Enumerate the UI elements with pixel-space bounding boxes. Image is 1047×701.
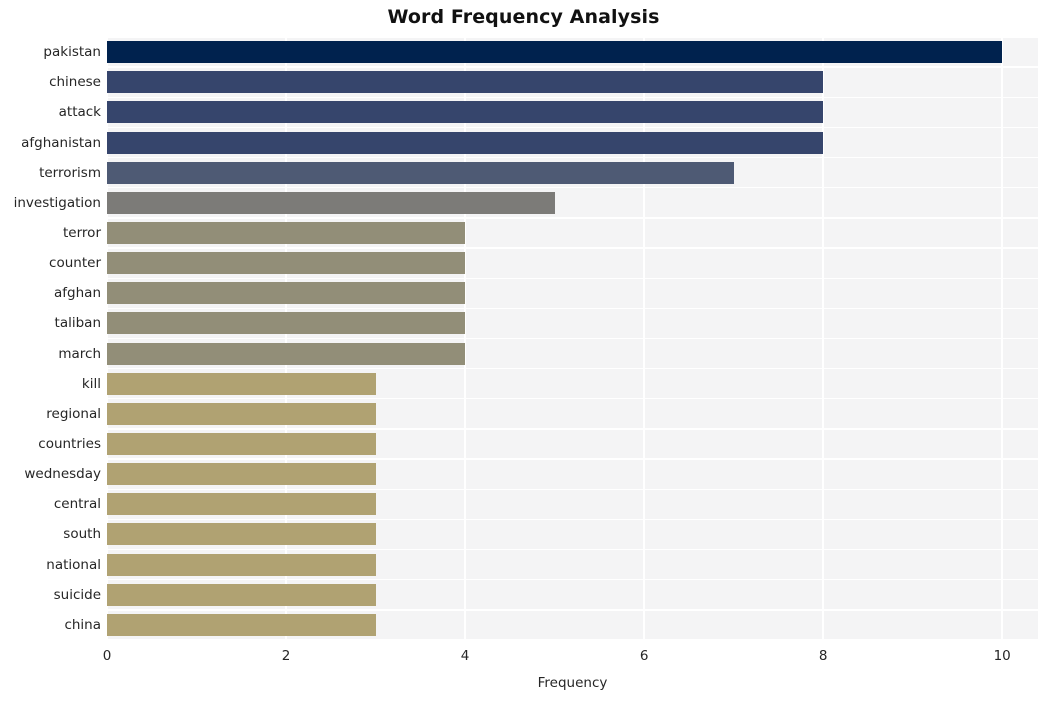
- horizontal-gridline: [107, 277, 1038, 279]
- y-axis-tick-label: taliban: [54, 315, 101, 332]
- x-axis-title: Frequency: [537, 675, 608, 691]
- y-axis-tick-label: march: [58, 345, 101, 362]
- bar: [107, 41, 1003, 64]
- y-axis-tick-label: china: [64, 616, 101, 633]
- y-axis-tick-label: regional: [46, 405, 101, 422]
- bar: [107, 613, 376, 636]
- page-title: Word Frequency Analysis: [387, 6, 660, 28]
- bar: [107, 463, 376, 486]
- horizontal-gridline: [107, 367, 1038, 370]
- y-axis-tick-label: attack: [58, 104, 101, 121]
- horizontal-gridline: [107, 458, 1038, 460]
- bar: [107, 161, 734, 184]
- x-axis-tick-label: 8: [818, 648, 828, 664]
- horizontal-gridline: [107, 126, 1038, 129]
- horizontal-gridline: [107, 428, 1038, 430]
- bar: [107, 553, 376, 576]
- horizontal-gridline: [107, 66, 1038, 68]
- bar: [107, 372, 376, 395]
- horizontal-gridline: [107, 639, 1038, 640]
- horizontal-gridline: [107, 187, 1038, 189]
- y-axis-tick-label: kill: [81, 375, 101, 392]
- bar: [107, 252, 466, 275]
- plot-area: [107, 37, 1038, 640]
- y-axis-tick-label: terrorism: [39, 164, 101, 181]
- y-axis-tick-label: countries: [38, 436, 101, 453]
- vertical-gridline: [643, 37, 645, 640]
- horizontal-gridline: [107, 518, 1038, 521]
- horizontal-gridline: [107, 96, 1038, 98]
- horizontal-gridline: [107, 337, 1038, 340]
- bar: [107, 221, 466, 244]
- bar: [107, 131, 824, 154]
- y-axis-tick-label: suicide: [53, 586, 101, 603]
- y-axis-tick-label: counter: [49, 255, 101, 272]
- horizontal-gridline: [107, 398, 1038, 400]
- bar: [107, 583, 376, 606]
- y-axis-tick-label: wednesday: [24, 466, 101, 483]
- bar: [107, 282, 466, 305]
- x-axis-tick-label: 10: [993, 648, 1011, 664]
- horizontal-gridline: [107, 609, 1038, 611]
- horizontal-gridline: [107, 37, 1038, 38]
- y-axis-tick-label: afghan: [54, 285, 101, 302]
- horizontal-gridline: [107, 579, 1038, 581]
- horizontal-gridline: [107, 156, 1038, 159]
- bar: [107, 493, 376, 516]
- y-axis-tick-labels: pakistan chinese attack afghanistan terroris…: [0, 37, 101, 640]
- y-axis-tick-label: pakistan: [43, 44, 101, 61]
- bar: [107, 402, 376, 425]
- horizontal-gridline: [107, 488, 1038, 490]
- bar: [107, 342, 466, 365]
- y-axis-tick-label: chinese: [49, 74, 101, 91]
- y-axis-tick-label: south: [63, 526, 101, 543]
- horizontal-gridline: [107, 217, 1038, 219]
- bar: [107, 523, 376, 546]
- y-axis-tick-label: afghanistan: [21, 134, 101, 151]
- bar: [107, 312, 466, 335]
- x-axis-tick-label: 6: [639, 648, 649, 664]
- horizontal-gridline: [107, 307, 1038, 310]
- vertical-gridline: [285, 37, 287, 640]
- y-axis-tick-label: investigation: [13, 194, 101, 211]
- x-axis-tick-label: 4: [460, 648, 470, 664]
- x-axis-tick-label: 2: [281, 648, 291, 664]
- horizontal-gridline: [107, 247, 1038, 249]
- y-axis-tick-label: terror: [63, 224, 101, 241]
- horizontal-gridline: [107, 548, 1038, 551]
- y-axis-tick-label: national: [46, 556, 101, 573]
- y-axis-tick-label: central: [53, 496, 101, 513]
- chart-figure: Word Frequency Analysis pakistan chinese a…: [0, 0, 1047, 701]
- bar: [107, 101, 824, 124]
- bar: [107, 71, 824, 94]
- x-axis-tick-label: 0: [102, 648, 112, 664]
- vertical-gridline: [107, 37, 108, 640]
- vertical-gridline: [464, 37, 466, 640]
- bar: [107, 191, 555, 214]
- x-axis-tick-labels: 0 2 4 6 8 10: [0, 648, 1047, 670]
- vertical-gridline: [1001, 37, 1003, 640]
- bar: [107, 433, 376, 456]
- vertical-gridline: [822, 37, 824, 640]
